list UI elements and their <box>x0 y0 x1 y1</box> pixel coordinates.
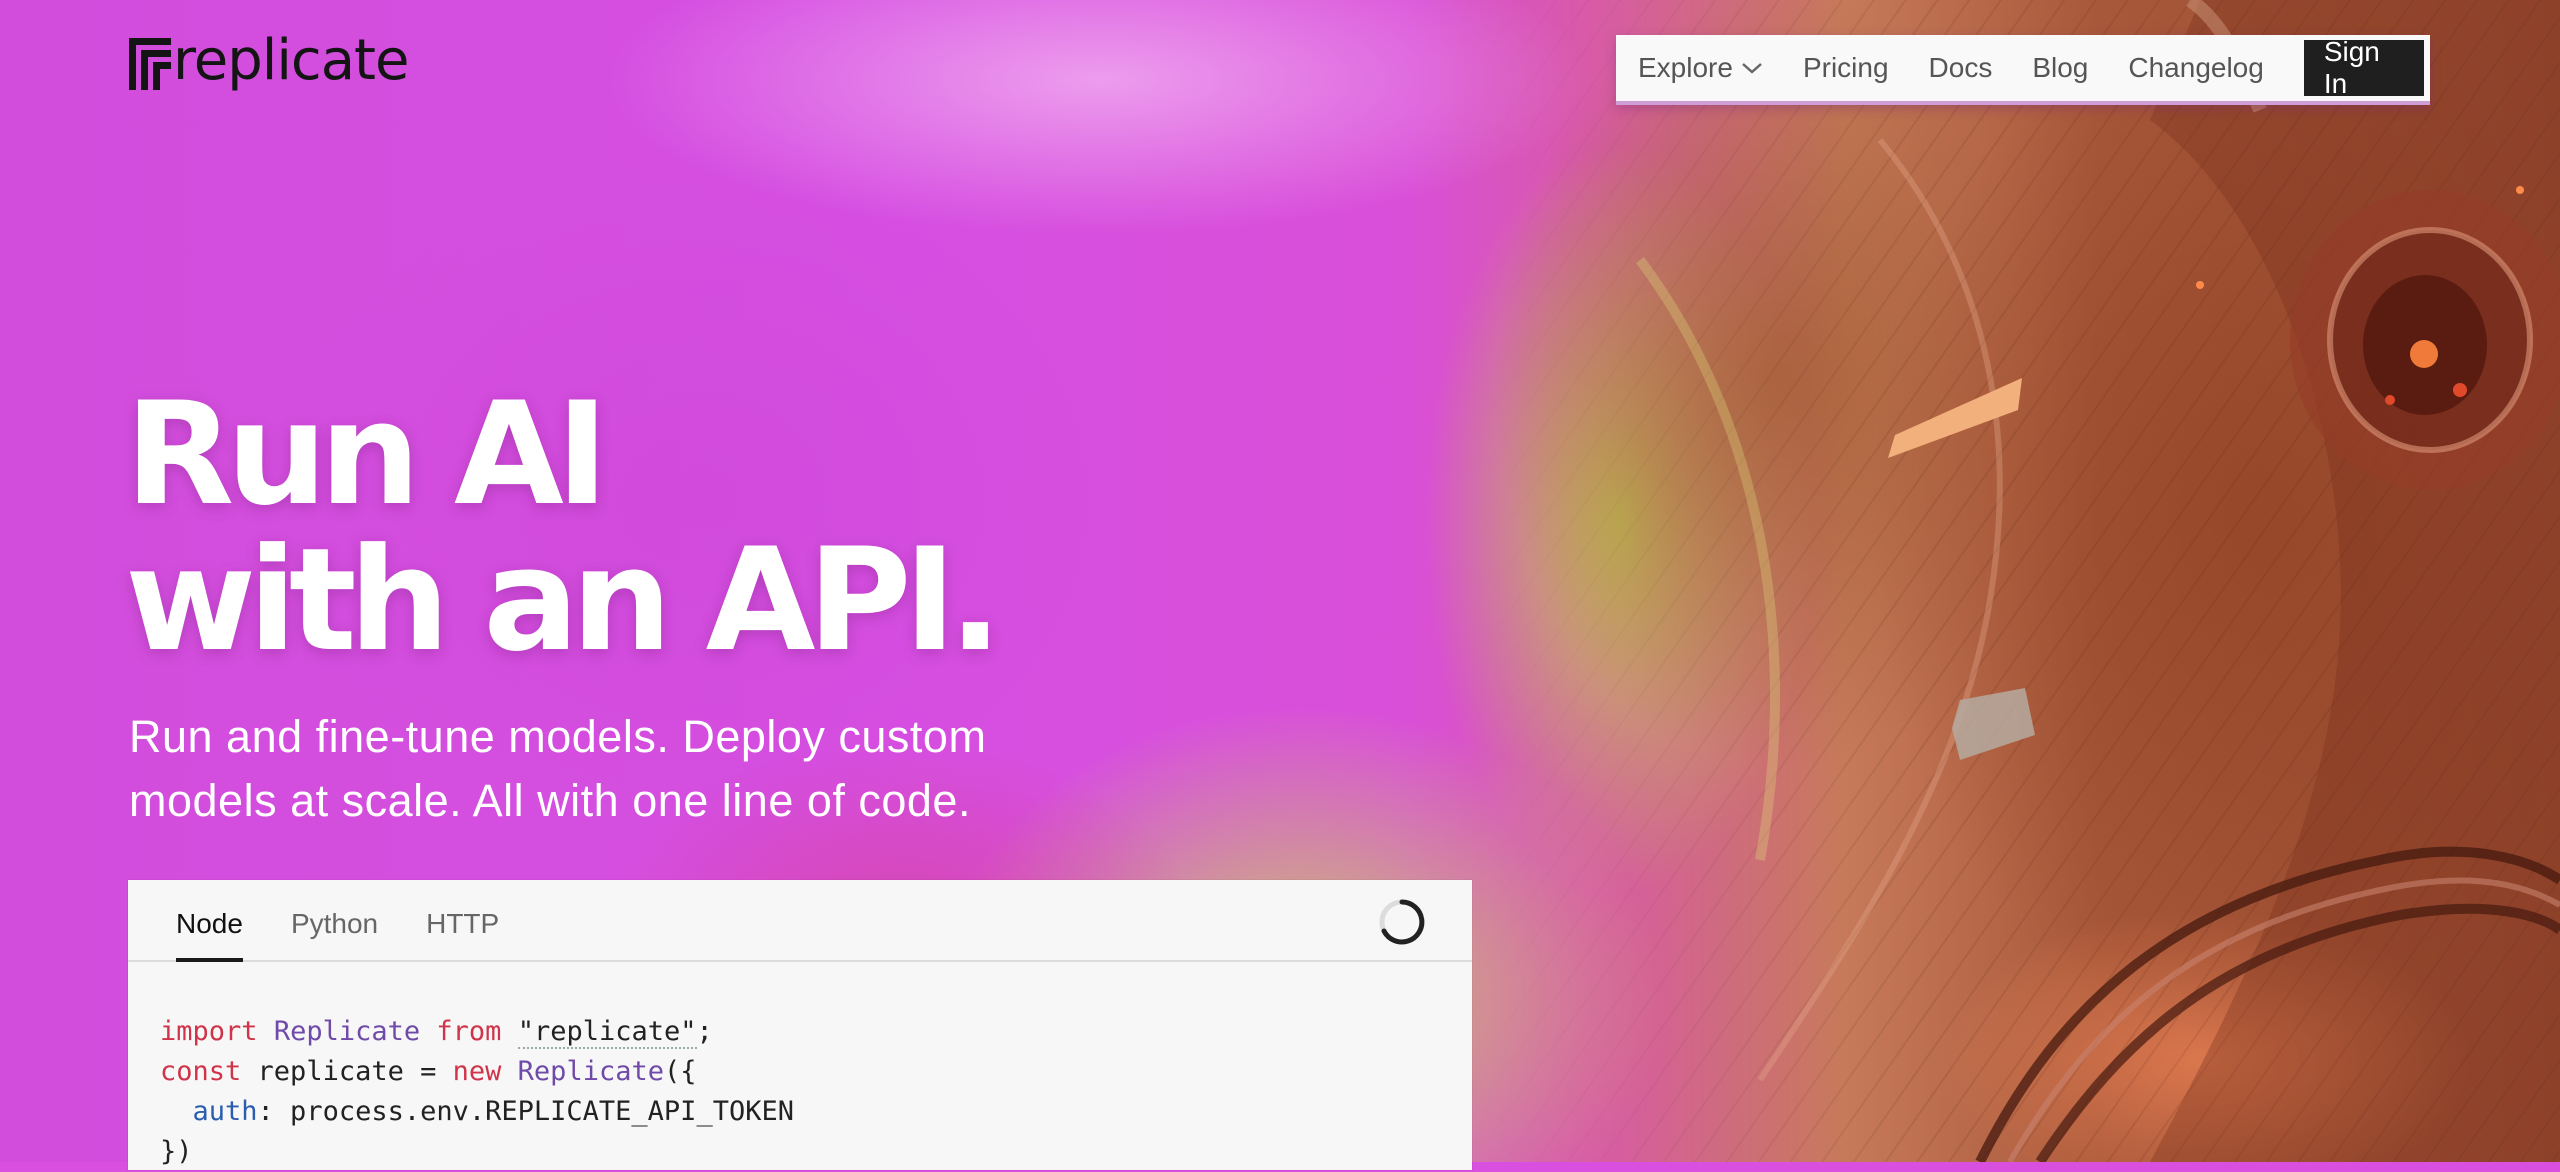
code-token: auth <box>192 1096 258 1127</box>
code-token: const <box>160 1056 242 1087</box>
code-token: replicate = <box>257 1056 437 1087</box>
nav-docs[interactable]: Docs <box>1929 52 1993 84</box>
hero-title-line-2: with an API. <box>125 518 1002 683</box>
tab-python[interactable]: Python <box>291 908 378 960</box>
tab-http[interactable]: HTTP <box>426 908 499 960</box>
hero-title-line-1: Run AI <box>125 372 609 537</box>
code-token: new <box>452 1056 502 1087</box>
loading-spinner-icon <box>1379 899 1425 945</box>
nav-pricing[interactable]: Pricing <box>1803 52 1889 84</box>
code-token: ; <box>696 1016 713 1047</box>
code-example-panel: Node Python HTTP import Replicate from "… <box>128 880 1472 1170</box>
nav-blog[interactable]: Blog <box>2032 52 2088 84</box>
code-token: ({ <box>663 1056 697 1087</box>
top-nav: Explore Pricing Docs Blog Changelog Sign… <box>1616 35 2430 105</box>
code-token: from <box>436 1016 502 1047</box>
code-token: "replicate" <box>517 1016 697 1049</box>
code-token: Replicate <box>517 1056 664 1087</box>
code-line-3: auth: process.env.REPLICATE_API_TOKEN <box>160 1092 1472 1132</box>
brand-name: replicate <box>173 28 409 93</box>
hero-subtitle: Run and fine-tune models. Deploy custom … <box>129 711 987 826</box>
tab-node[interactable]: Node <box>176 908 243 962</box>
nav-explore-label: Explore <box>1638 52 1733 83</box>
replicate-logo-icon <box>129 38 171 90</box>
hero-title: Run AI with an API. <box>125 372 1002 683</box>
chevron-down-icon <box>1742 63 1762 74</box>
code-line-1: import Replicate from "replicate"; <box>160 1012 1472 1052</box>
code-block[interactable]: import Replicate from "replicate"; const … <box>128 962 1472 1172</box>
sign-in-button[interactable]: Sign In <box>2303 36 2424 99</box>
code-token: import <box>160 1016 258 1047</box>
brand-logo[interactable]: replicate <box>127 28 409 93</box>
code-token: Replicate <box>273 1016 421 1047</box>
code-token: : process.env.REPLICATE_API_TOKEN <box>257 1096 794 1127</box>
code-line-2: const replicate = new Replicate({ <box>160 1052 1472 1092</box>
nav-explore[interactable]: Explore <box>1638 52 1763 84</box>
code-line-4: }) <box>160 1136 193 1167</box>
language-tabs: Node Python HTTP <box>128 880 1472 962</box>
nav-changelog[interactable]: Changelog <box>2128 52 2263 84</box>
